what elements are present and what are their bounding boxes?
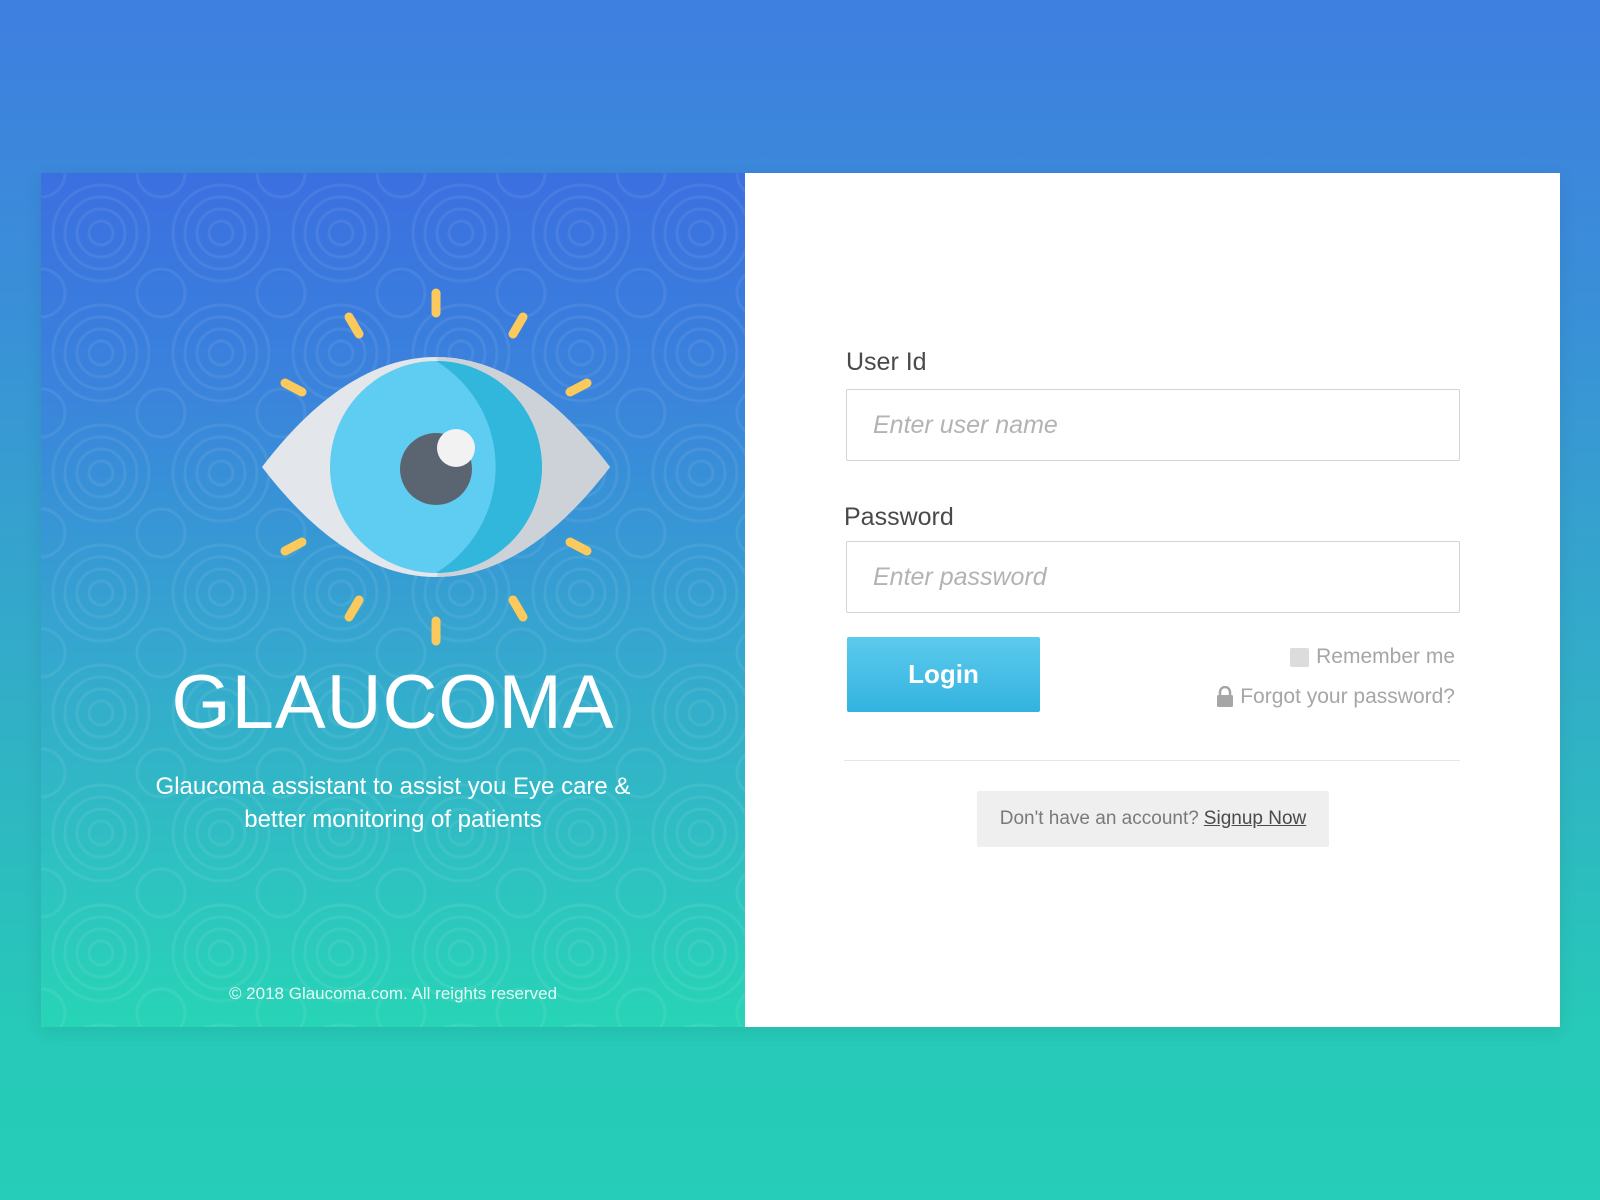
- checkbox-box[interactable]: [1290, 647, 1310, 667]
- lock-icon: [1217, 686, 1234, 707]
- password-input[interactable]: [846, 541, 1460, 613]
- login-card: GLAUCOMA Glaucoma assistant to assist yo…: [41, 173, 1560, 1027]
- user-id-input[interactable]: [846, 389, 1460, 461]
- forgot-password-link[interactable]: Forgot your password?: [1216, 685, 1455, 709]
- eye-icon: [262, 288, 610, 646]
- remember-me-label: Remember me: [1316, 645, 1455, 668]
- signup-prompt-text: Don't have an account?: [999, 808, 1199, 829]
- app-tagline: Glaucoma assistant to assist you Eye car…: [155, 773, 631, 833]
- login-form: User Id Password Login Remember me Forgo…: [745, 173, 1560, 1027]
- app-title: GLAUCOMA: [171, 660, 615, 745]
- hero-panel: GLAUCOMA Glaucoma assistant to assist yo…: [41, 173, 745, 1027]
- password-label: Password: [844, 503, 954, 531]
- divider: [844, 760, 1460, 761]
- copyright-text: © 2018 Glaucoma.com. All reights reserve…: [228, 984, 558, 1003]
- signup-link[interactable]: Signup Now: [1204, 808, 1306, 830]
- forgot-password-label: Forgot your password?: [1240, 685, 1455, 708]
- login-button[interactable]: Login: [847, 637, 1040, 712]
- signup-prompt-box: Don't have an account? Signup Now: [977, 791, 1329, 847]
- remember-me-checkbox[interactable]: Remember me: [1290, 645, 1455, 669]
- user-id-label: User Id: [846, 348, 927, 376]
